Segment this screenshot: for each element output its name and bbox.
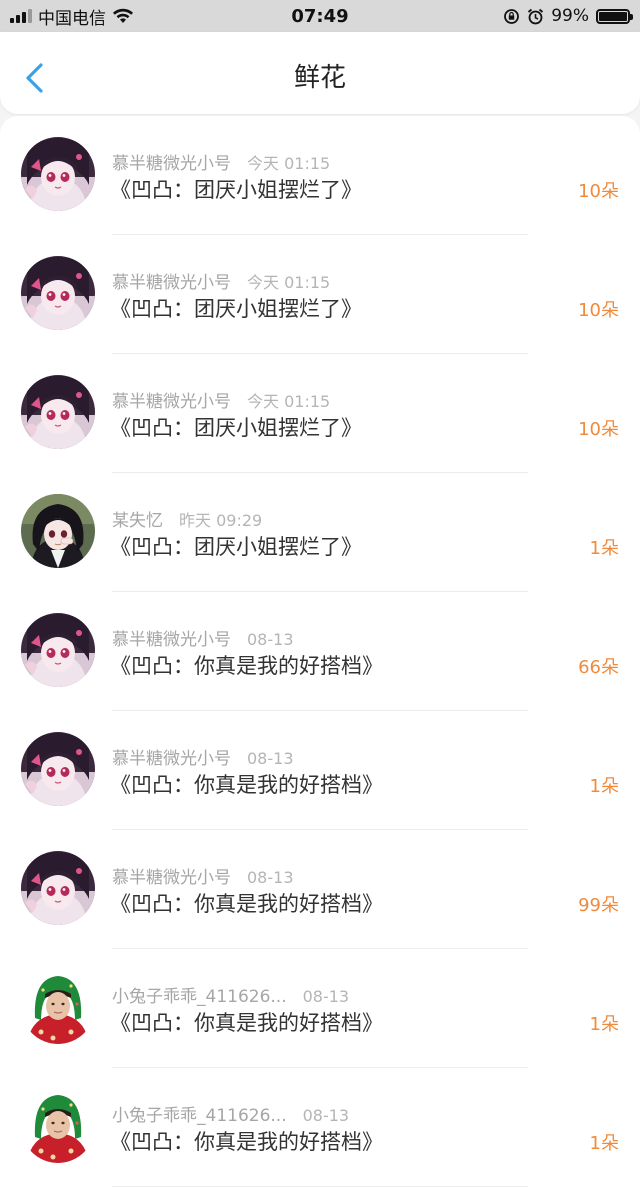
status-bar-left: 中国电信 [10, 4, 220, 29]
sender-meta: 慕半糖微光小号 08-13 [112, 744, 294, 769]
avatar[interactable] [21, 851, 95, 925]
sender-meta: 慕半糖微光小号 08-13 [112, 625, 294, 650]
alarm-icon [528, 8, 544, 24]
nav-bar: 鲜花 [0, 32, 640, 114]
work-title[interactable]: 《凹凸：你真是我的好搭档》 [110, 1126, 383, 1156]
sender-name[interactable]: 慕半糖微光小号 [112, 868, 231, 888]
sender-meta: 小兔子乖乖_411626... 08-13 [112, 1101, 349, 1126]
list-item[interactable]: 小兔子乖乖_411626... 08-13 《凹凸：你真是我的好搭档》 1朵 [0, 1068, 640, 1187]
sender-meta: 慕半糖微光小号 今天 01:15 [112, 387, 330, 412]
status-time: 07:49 [291, 5, 349, 27]
flower-count: 10朵 [578, 181, 619, 202]
list-item[interactable]: 慕半糖微光小号 今天 01:15 《凹凸：团厌小姐摆烂了》 10朵 [0, 235, 640, 354]
sender-name[interactable]: 慕半糖微光小号 [112, 630, 231, 650]
list-item[interactable]: 慕半糖微光小号 08-13 《凹凸：你真是我的好搭档》 1朵 [0, 711, 640, 830]
work-title[interactable]: 《凹凸：你真是我的好搭档》 [110, 769, 383, 799]
avatar[interactable] [21, 613, 95, 687]
avatar[interactable] [21, 494, 95, 568]
page-title: 鲜花 [293, 63, 346, 93]
avatar[interactable] [21, 970, 95, 1044]
send-time: 08-13 [247, 749, 294, 768]
sender-name[interactable]: 小兔子乖乖_411626... [112, 1106, 287, 1126]
list-item[interactable]: 慕半糖微光小号 08-13 《凹凸：你真是我的好搭档》 66朵 [0, 592, 640, 711]
flower-count: 99朵 [578, 895, 619, 916]
carrier-label: 中国电信 [38, 8, 106, 29]
sender-meta: 小兔子乖乖_411626... 08-13 [112, 982, 349, 1007]
work-title[interactable]: 《凹凸：你真是我的好搭档》 [110, 650, 383, 680]
flower-count: 1朵 [589, 1014, 619, 1035]
avatar[interactable] [21, 375, 95, 449]
avatar[interactable] [21, 732, 95, 806]
battery-fill [599, 11, 627, 21]
send-time: 08-13 [247, 630, 294, 649]
sender-name[interactable]: 小兔子乖乖_411626... [112, 987, 287, 1007]
flower-count: 1朵 [589, 1133, 619, 1154]
work-title[interactable]: 《凹凸：你真是我的好搭档》 [110, 1007, 383, 1037]
send-time: 今天 01:15 [247, 273, 331, 292]
sender-name[interactable]: 慕半糖微光小号 [112, 154, 231, 174]
sender-name[interactable]: 某失忆 [112, 511, 163, 531]
sender-name[interactable]: 慕半糖微光小号 [112, 749, 231, 769]
flower-count: 10朵 [578, 300, 619, 321]
flower-count: 66朵 [578, 657, 619, 678]
status-bar-right: 99% [420, 6, 633, 26]
flower-count: 1朵 [589, 776, 619, 797]
list-item[interactable]: 慕半糖微光小号 今天 01:15 《凹凸：团厌小姐摆烂了》 10朵 [0, 354, 640, 473]
signal-icon [10, 9, 32, 23]
list-item[interactable]: 某失忆 昨天 09:29 《凹凸：团厌小姐摆烂了》 1朵 [0, 473, 640, 592]
sender-meta: 某失忆 昨天 09:29 [112, 506, 262, 531]
work-title[interactable]: 《凹凸：团厌小姐摆烂了》 [110, 531, 362, 561]
send-time: 08-13 [247, 868, 294, 887]
list-item[interactable]: 小兔子乖乖_411626... 08-13 《凹凸：你真是我的好搭档》 1朵 [0, 949, 640, 1068]
avatar[interactable] [21, 1089, 95, 1163]
battery-icon [596, 8, 633, 24]
flower-count: 1朵 [589, 538, 619, 559]
flower-record-list[interactable]: 慕半糖微光小号 今天 01:15 《凹凸：团厌小姐摆烂了》 10朵 慕半糖微光小号 今天… [0, 116, 640, 1187]
send-time: 08-13 [302, 1106, 350, 1125]
battery-percent: 99% [551, 6, 589, 26]
wifi-icon [113, 8, 133, 23]
work-title[interactable]: 《凹凸：团厌小姐摆烂了》 [110, 174, 362, 204]
sender-meta: 慕半糖微光小号 08-13 [112, 863, 294, 888]
send-time: 昨天 09:29 [179, 511, 263, 530]
work-title[interactable]: 《凹凸：团厌小姐摆烂了》 [110, 293, 362, 323]
sender-meta: 慕半糖微光小号 今天 01:15 [112, 268, 330, 293]
flower-count: 10朵 [578, 419, 619, 440]
rotation-lock-icon [504, 8, 520, 24]
list-item[interactable]: 慕半糖微光小号 今天 01:15 《凹凸：团厌小姐摆烂了》 10朵 [0, 116, 640, 235]
list-item[interactable]: 慕半糖微光小号 08-13 《凹凸：你真是我的好搭档》 99朵 [0, 830, 640, 949]
sender-name[interactable]: 慕半糖微光小号 [112, 273, 231, 293]
avatar[interactable] [21, 256, 95, 330]
status-bar: 中国电信 07:49 99% [0, 0, 640, 32]
sender-meta: 慕半糖微光小号 今天 01:15 [112, 149, 330, 174]
avatar[interactable] [21, 137, 95, 211]
send-time: 08-13 [302, 987, 350, 1006]
send-time: 今天 01:15 [247, 392, 331, 411]
work-title[interactable]: 《凹凸：团厌小姐摆烂了》 [110, 412, 362, 442]
work-title[interactable]: 《凹凸：你真是我的好搭档》 [110, 888, 383, 918]
send-time: 今天 01:15 [247, 154, 331, 173]
sender-name[interactable]: 慕半糖微光小号 [112, 392, 231, 412]
